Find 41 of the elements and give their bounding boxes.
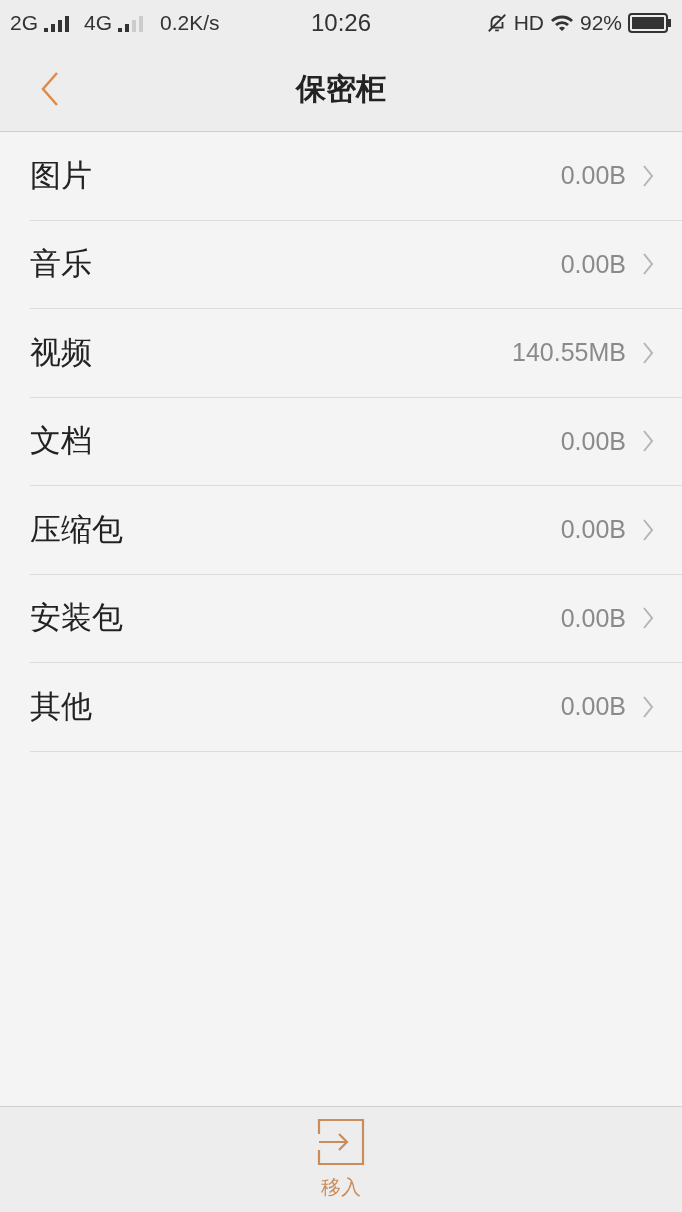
muted-bell-icon <box>485 12 508 34</box>
wifi-icon <box>549 13 574 33</box>
chevron-right-icon <box>642 694 654 719</box>
signal-icon <box>44 14 72 32</box>
category-label: 图片 <box>30 156 92 195</box>
category-label: 音乐 <box>30 245 92 283</box>
battery-percentage: 92% <box>579 10 622 37</box>
network-speed: 0.2K/s <box>160 10 220 37</box>
chevron-right-icon <box>642 606 654 631</box>
category-size: 140.55MB <box>512 337 626 368</box>
category-label: 视频 <box>30 333 92 372</box>
battery-icon <box>628 13 672 33</box>
chevron-right-icon <box>642 340 654 365</box>
category-row[interactable]: 图片 0.00B <box>30 132 682 221</box>
page-title: 保密柜 <box>296 71 386 107</box>
category-size: 0.00B <box>560 514 626 545</box>
category-label: 其他 <box>30 687 92 726</box>
category-row[interactable]: 音乐 0.00B <box>30 220 682 309</box>
category-row[interactable]: 安装包 0.00B <box>30 574 682 663</box>
network-type: 2G <box>10 10 38 37</box>
chevron-right-icon <box>642 517 654 542</box>
category-row[interactable]: 压缩包 0.00B <box>30 486 682 575</box>
category-size: 0.00B <box>560 425 626 457</box>
back-icon <box>40 70 60 107</box>
move-in-icon <box>317 1117 365 1166</box>
category-label: 安装包 <box>30 599 123 637</box>
category-label: 文档 <box>30 422 92 460</box>
hd-indicator: HD <box>513 10 544 37</box>
category-size: 0.00B <box>560 602 626 634</box>
category-row[interactable]: 其他 0.00B <box>30 663 682 752</box>
chevron-right-icon <box>642 163 654 188</box>
category-size: 0.00B <box>560 160 626 191</box>
category-size: 0.00B <box>560 248 626 280</box>
category-row[interactable]: 视频 140.55MB <box>30 309 682 398</box>
category-size: 0.00B <box>560 691 626 722</box>
category-row[interactable]: 文档 0.00B <box>30 397 682 486</box>
network-type: 4G <box>84 10 113 37</box>
clock: 10:26 <box>310 8 372 38</box>
category-label: 压缩包 <box>30 510 123 549</box>
chevron-right-icon <box>642 252 654 277</box>
chevron-right-icon <box>642 429 654 454</box>
